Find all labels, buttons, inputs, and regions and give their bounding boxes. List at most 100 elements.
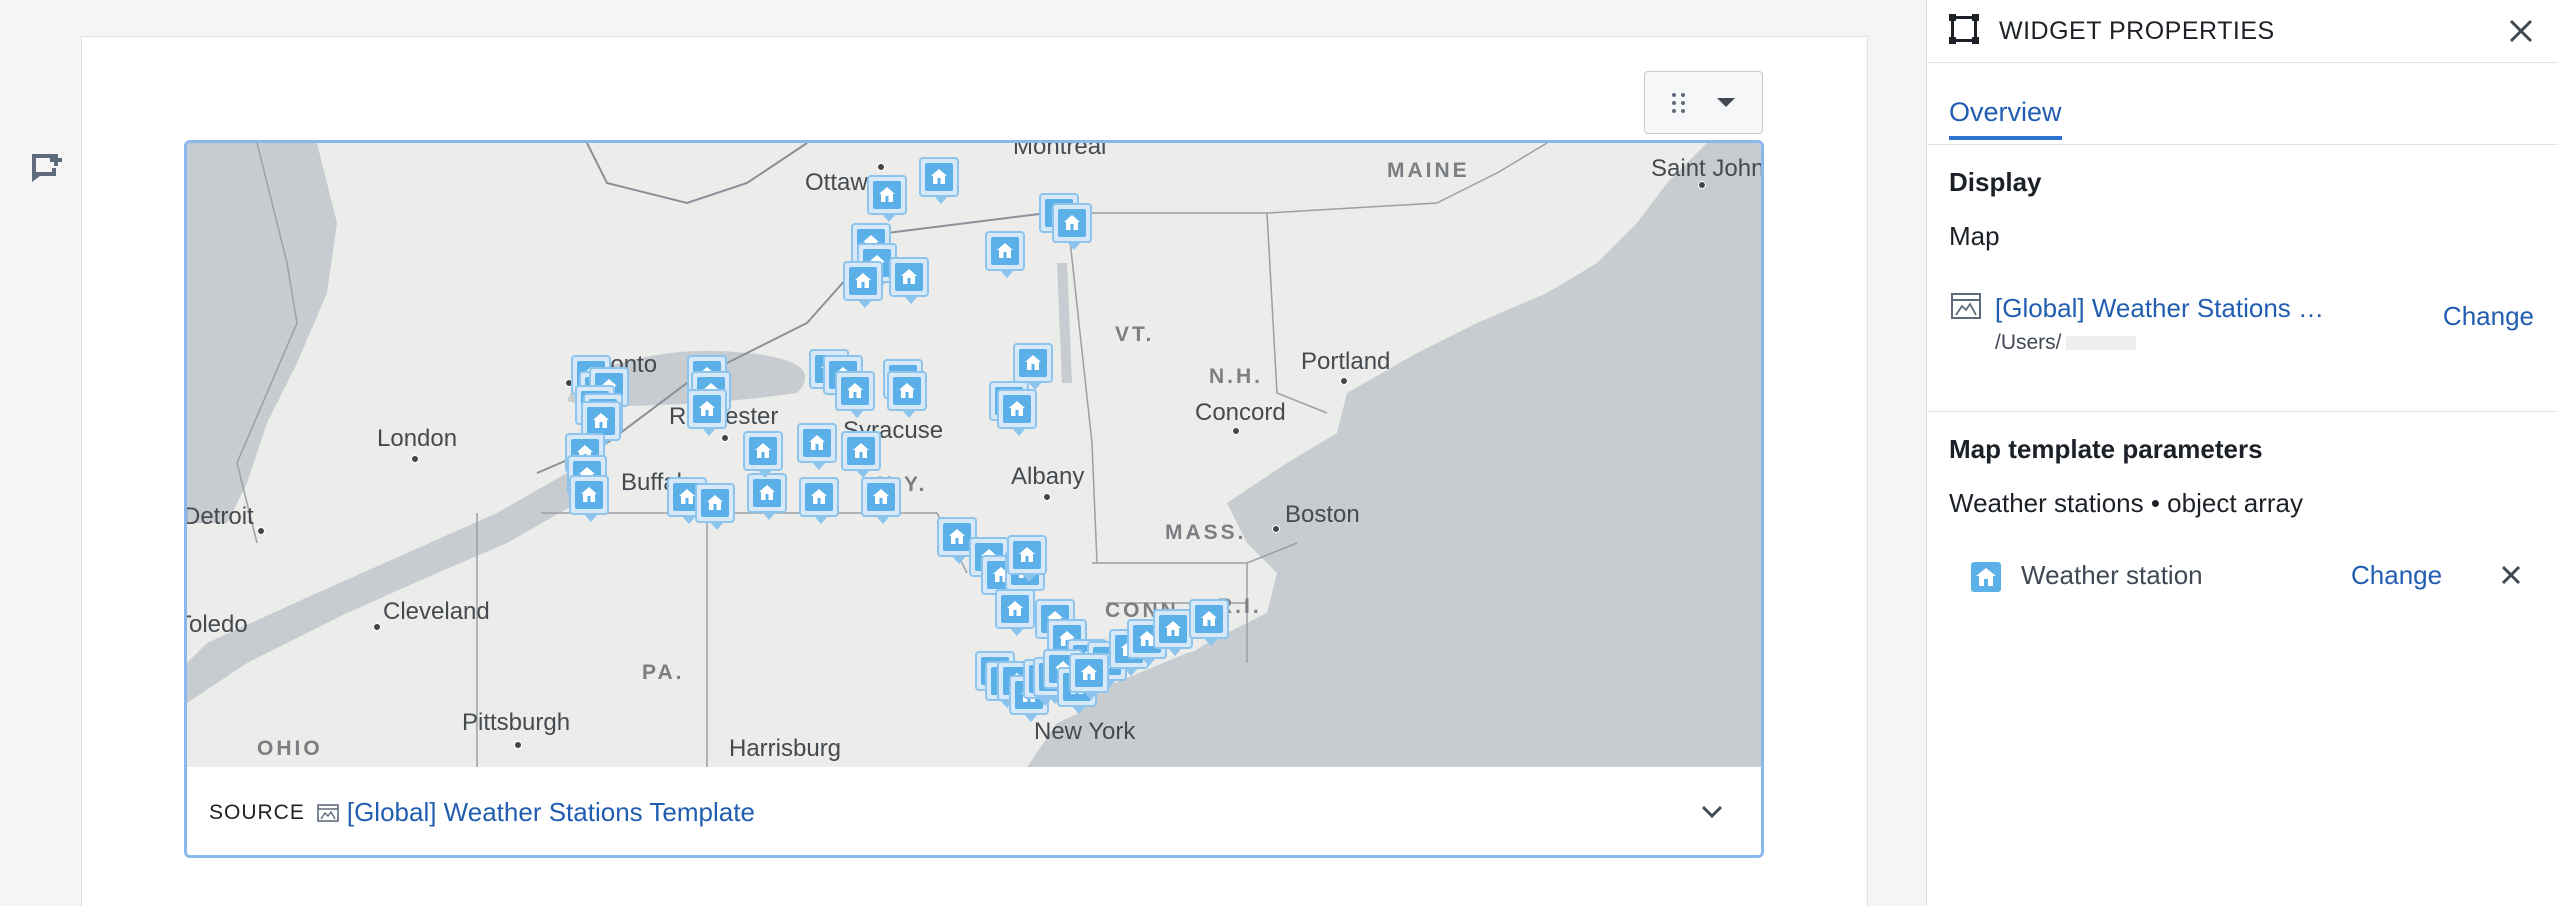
house-icon: [749, 437, 777, 465]
panel-header: WIDGET PROPERTIES: [1927, 0, 2558, 63]
house-icon: [1971, 562, 2001, 592]
map-dot: [373, 623, 381, 631]
map-dot: [1272, 525, 1280, 533]
map-label-toledo: Toledo: [187, 611, 248, 638]
display-template-path: /Users/: [1995, 331, 2136, 355]
map-dot: [1232, 427, 1240, 435]
house-icon: [575, 481, 603, 509]
weather-station-marker[interactable]: [843, 261, 883, 309]
weather-station-marker[interactable]: [1189, 599, 1229, 647]
map-dot: [877, 163, 885, 171]
weather-station-marker[interactable]: [747, 473, 787, 521]
drag-handle-icon[interactable]: [1672, 92, 1686, 113]
house-icon: [893, 377, 921, 405]
map-label-new-york: New York: [1034, 718, 1136, 745]
map-label-boston: Boston: [1285, 501, 1360, 528]
weather-station-marker[interactable]: [995, 589, 1035, 637]
weather-station-marker[interactable]: [695, 483, 735, 531]
param-item-label: Weather station: [2021, 560, 2203, 590]
map-label-pa: PA.: [642, 661, 685, 684]
house-icon: [895, 263, 923, 291]
weather-station-marker[interactable]: [841, 431, 881, 479]
chevron-down-icon[interactable]: [1701, 805, 1723, 824]
map-dot: [1340, 377, 1348, 385]
map-label-mass: MASS.: [1165, 521, 1247, 544]
map-template-icon: [317, 803, 339, 822]
house-icon: [1159, 615, 1187, 643]
house-icon: [873, 181, 901, 209]
map-label-albany: Albany: [1011, 463, 1085, 490]
map-dot: [514, 741, 522, 749]
house-icon: [867, 483, 895, 511]
weather-station-marker[interactable]: [997, 389, 1037, 437]
map-label-harrisburg: Harrisburg: [729, 735, 842, 762]
map-label-london: London: [377, 425, 458, 452]
weather-station-marker[interactable]: [1052, 203, 1092, 251]
map-label-ohio: OHIO: [257, 737, 323, 760]
map-label-vt: VT.: [1115, 323, 1155, 346]
map-label-portland: Portland: [1301, 348, 1391, 375]
map-dot: [257, 527, 265, 535]
house-icon: [925, 163, 953, 191]
map-label-maine: MAINE: [1387, 159, 1470, 182]
map-label-montreal: Montreal: [1013, 143, 1107, 160]
widget-handle[interactable]: [1644, 71, 1763, 134]
map-label-cleveland: Cleveland: [383, 598, 490, 625]
widget-properties-panel: WIDGET PROPERTIES Overview Display Map […: [1926, 0, 2558, 906]
path-text: /Users/: [1995, 331, 2062, 354]
weather-station-marker[interactable]: [835, 371, 875, 419]
tab-overview[interactable]: Overview: [1949, 97, 2062, 140]
display-template-link[interactable]: [Global] Weather Stations …: [1995, 293, 2324, 324]
source-bar[interactable]: SOURCE [Global] Weather Stations Templat…: [187, 767, 1761, 855]
house-icon: [1019, 349, 1047, 377]
map-dot: [1698, 181, 1706, 189]
source-template-link[interactable]: [Global] Weather Stations Template: [347, 797, 755, 828]
house-icon: [991, 237, 1019, 265]
weather-station-marker[interactable]: [919, 157, 959, 205]
map-canvas[interactable]: Ottawa Montreal Toronto London Detroit T…: [187, 143, 1761, 767]
params-title: Map template parameters: [1949, 434, 2263, 464]
weather-station-marker[interactable]: [1007, 535, 1047, 583]
weather-station-marker[interactable]: [687, 389, 727, 437]
params-section: Map template parameters Weather stations…: [1927, 412, 2558, 662]
weather-station-marker[interactable]: [797, 423, 837, 471]
weather-station-marker[interactable]: [867, 175, 907, 223]
house-icon: [805, 483, 833, 511]
panel-title: WIDGET PROPERTIES: [1999, 16, 2275, 45]
weather-station-marker[interactable]: [889, 257, 929, 305]
weather-station-marker[interactable]: [1069, 653, 1109, 701]
house-icon: [1195, 605, 1223, 633]
map-label-concord: Concord: [1195, 399, 1286, 426]
map-basemap: [187, 143, 1761, 767]
close-icon[interactable]: [2508, 18, 2534, 44]
map-label-saint-john: Saint John: [1651, 155, 1761, 182]
display-change-button[interactable]: Change: [2443, 301, 2534, 332]
map-dot: [411, 455, 419, 463]
house-icon: [1058, 209, 1086, 237]
display-section: Display Map [Global] Weather Stations … …: [1927, 145, 2558, 411]
caret-down-icon[interactable]: [1716, 98, 1735, 107]
params-subtitle: Weather stations • object array: [1949, 488, 2304, 518]
widget-frame-icon: [1947, 12, 1981, 51]
house-icon: [1013, 541, 1041, 569]
weather-station-marker[interactable]: [985, 231, 1025, 279]
weather-station-marker[interactable]: [1153, 609, 1193, 657]
weather-station-marker[interactable]: [799, 477, 839, 525]
close-icon[interactable]: [2500, 564, 2522, 591]
weather-station-marker[interactable]: [887, 371, 927, 419]
map-template-icon: [1951, 293, 1981, 324]
add-comment-icon[interactable]: [28, 150, 64, 186]
panel-tabs: Overview: [1927, 63, 2558, 145]
house-icon: [803, 429, 831, 457]
map-label-nh: N.H.: [1209, 365, 1263, 388]
source-label: SOURCE: [209, 800, 305, 824]
house-icon: [701, 489, 729, 517]
weather-station-marker[interactable]: [743, 431, 783, 479]
weather-station-marker[interactable]: [569, 475, 609, 523]
house-icon: [943, 523, 971, 551]
map-label-pittsburgh: Pittsburgh: [462, 709, 571, 736]
param-change-button[interactable]: Change: [2351, 560, 2442, 591]
weather-station-marker[interactable]: [861, 477, 901, 525]
map-widget[interactable]: Ottawa Montreal Toronto London Detroit T…: [184, 140, 1764, 858]
display-title: Display: [1949, 167, 2042, 197]
